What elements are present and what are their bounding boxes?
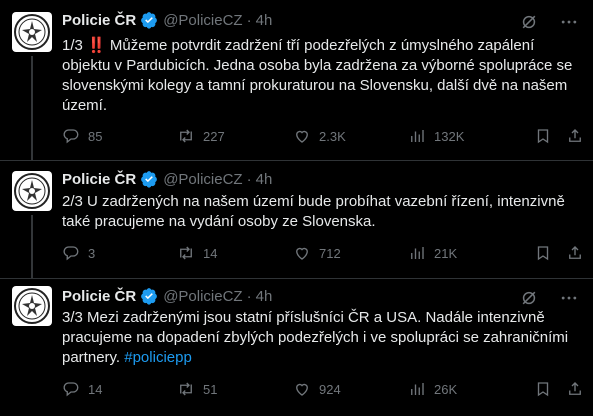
bookmark-icon[interactable] — [534, 127, 552, 145]
repost-count: 14 — [203, 245, 218, 261]
repost-icon — [180, 382, 192, 396]
like-count: 2.3K — [319, 128, 346, 144]
heart-icon — [296, 247, 308, 260]
views-button[interactable]: 26K — [408, 380, 457, 398]
reply-icon — [63, 382, 79, 397]
bookmark-icon[interactable] — [534, 380, 552, 398]
views-chart-icon — [411, 247, 424, 259]
avatar[interactable] — [12, 286, 52, 326]
tweet-1[interactable]: Policie ČR @PolicieCZ · 4h 1/3 ‼️ Můžeme… — [0, 0, 593, 160]
author-name[interactable]: Policie ČR — [62, 288, 136, 305]
views-chart-icon — [411, 383, 424, 395]
timestamp[interactable]: 4h — [256, 171, 273, 188]
tweet-3[interactable]: Policie ČR @PolicieCZ · 4h 3/3 Mezi zadr… — [0, 279, 593, 416]
avatar[interactable] — [12, 171, 52, 211]
share-icon[interactable] — [566, 127, 584, 145]
timestamp[interactable]: 4h — [256, 288, 273, 305]
author-handle[interactable]: @PolicieCZ — [163, 288, 242, 305]
verified-badge-icon — [140, 170, 158, 188]
reply-button[interactable]: 3 — [62, 244, 95, 262]
action-bar: 14 51 924 26K — [62, 379, 582, 399]
share-icon[interactable] — [566, 380, 584, 398]
share-icon[interactable] — [566, 244, 584, 262]
repost-button[interactable]: 51 — [177, 380, 217, 398]
views-chart-icon — [411, 130, 424, 142]
reply-button[interactable]: 14 — [62, 380, 102, 398]
share-group — [534, 127, 584, 145]
like-button[interactable]: 712 — [293, 244, 341, 262]
like-button[interactable]: 924 — [293, 380, 341, 398]
police-logo-icon — [14, 173, 50, 209]
tweet-text-body: 2/3 U zadržených na našem území bude pro… — [62, 193, 565, 230]
author-name[interactable]: Policie ČR — [62, 171, 136, 188]
tweet-header: Policie ČR @PolicieCZ · 4h — [62, 286, 272, 306]
author-handle[interactable]: @PolicieCZ — [163, 171, 242, 188]
reply-icon — [63, 129, 79, 144]
verified-badge-icon — [140, 287, 158, 305]
thread-line — [31, 215, 33, 278]
separator-dot: · — [246, 170, 252, 188]
tweet-text-body: 1/3 ‼️ Můžeme potvrdit zadržení tří pode… — [62, 37, 573, 114]
view-count: 21K — [434, 245, 458, 261]
hashtag-link[interactable]: #policiepp — [124, 349, 192, 366]
reply-count: 14 — [88, 381, 103, 397]
police-logo-icon — [14, 288, 50, 324]
more-options-icon[interactable] — [559, 12, 579, 37]
verified-badge-icon — [140, 11, 158, 29]
repost-button[interactable]: 14 — [177, 244, 217, 262]
author-name[interactable]: Policie ČR — [62, 12, 136, 29]
heart-icon — [296, 130, 308, 143]
thread-line — [31, 56, 33, 160]
author-handle[interactable]: @PolicieCZ — [163, 12, 242, 29]
police-logo-icon — [14, 14, 50, 50]
tweet-text: 1/3 ‼️ Můžeme potvrdit zadržení tří pode… — [62, 36, 582, 116]
repost-count: 51 — [203, 381, 218, 397]
reply-icon — [63, 246, 79, 261]
repost-count: 227 — [203, 128, 225, 144]
reply-count: 85 — [88, 128, 103, 144]
top-actions — [519, 12, 579, 37]
share-group — [534, 380, 584, 398]
like-button[interactable]: 2.3K — [293, 127, 346, 145]
reply-count: 3 — [88, 245, 96, 261]
tweet-header: Policie ČR @PolicieCZ · 4h — [62, 10, 272, 30]
like-count: 924 — [319, 381, 341, 397]
reply-button[interactable]: 85 — [62, 127, 102, 145]
share-group — [534, 244, 584, 262]
separator-dot: · — [246, 287, 252, 305]
avatar[interactable] — [12, 12, 52, 52]
repost-button[interactable]: 227 — [177, 127, 225, 145]
tweet-2[interactable]: Policie ČR @PolicieCZ · 4h 2/3 U zadržen… — [0, 161, 593, 278]
tweet-text: 2/3 U zadržených na našem území bude pro… — [62, 192, 582, 232]
bookmark-icon[interactable] — [534, 244, 552, 262]
views-button[interactable]: 132K — [408, 127, 464, 145]
tweet-header: Policie ČR @PolicieCZ · 4h — [62, 169, 272, 189]
timestamp[interactable]: 4h — [256, 12, 273, 29]
repost-icon — [180, 246, 192, 260]
view-count: 132K — [434, 128, 465, 144]
tweet-text: 3/3 Mezi zadrženými jsou statní příslušn… — [62, 308, 582, 368]
like-count: 712 — [319, 245, 341, 261]
action-bar: 85 227 2.3K 132K — [62, 126, 582, 146]
separator-dot: · — [246, 11, 252, 29]
grok-icon[interactable] — [519, 12, 539, 37]
heart-icon — [296, 383, 308, 396]
views-button[interactable]: 21K — [408, 244, 457, 262]
view-count: 26K — [434, 381, 458, 397]
action-bar: 3 14 712 21K — [62, 243, 582, 263]
repost-icon — [180, 129, 192, 143]
